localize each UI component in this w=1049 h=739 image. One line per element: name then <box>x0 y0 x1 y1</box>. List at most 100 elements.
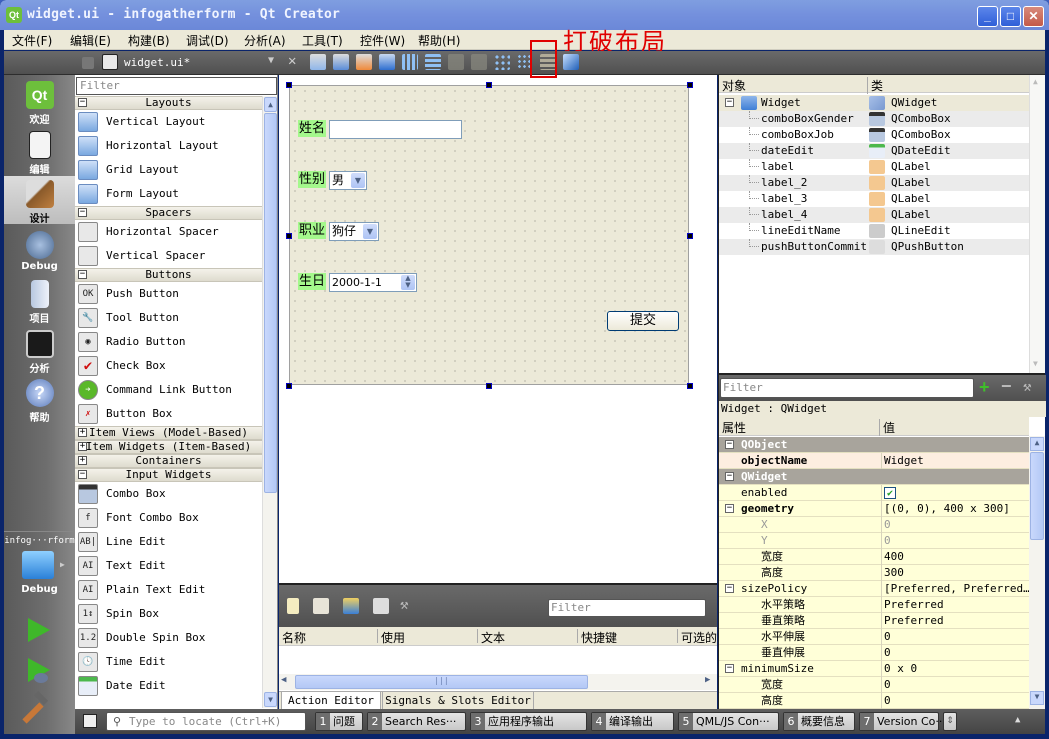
copy-action-icon[interactable] <box>313 598 329 614</box>
widget-item[interactable]: 1.2 Double Spin Box <box>75 626 262 650</box>
scroll-up-icon[interactable]: ▲ <box>1030 437 1044 451</box>
mode-projects[interactable]: 项目 <box>4 276 75 325</box>
menu-build[interactable]: 构建(B) <box>128 32 170 49</box>
column-header-text[interactable]: 文本 <box>477 629 505 645</box>
menu-help[interactable]: 帮助(H) <box>418 32 460 49</box>
menu-file[interactable]: 文件(F) <box>12 32 52 49</box>
property-row[interactable]: − geometry [(0, 0), 400 x 300] <box>719 501 1029 517</box>
property-row[interactable]: 垂直策略 Preferred <box>719 613 1029 629</box>
widget-item[interactable]: 🔧 Tool Button <box>75 306 262 330</box>
property-row[interactable]: − sizePolicy [Preferred, Preferred… <box>719 581 1029 597</box>
widget-item[interactable]: f Font Combo Box <box>75 506 262 530</box>
remove-dynamic-property-icon[interactable]: − <box>1001 376 1012 397</box>
expand-icon[interactable]: + <box>78 456 87 465</box>
lock-icon[interactable] <box>82 57 94 69</box>
designed-form[interactable]: 姓名 性别 男 ▼ 职业 狗仔 ▼ 生日 2000-1-1 ▲ ▼ 提交 <box>289 85 689 385</box>
layout-horizontal-splitter-icon[interactable] <box>448 54 464 70</box>
mode-welcome[interactable]: Qt 欢迎 <box>4 77 75 126</box>
property-value[interactable]: 0 <box>881 677 1029 693</box>
maximize-button[interactable]: □ <box>1000 6 1021 27</box>
new-action-icon[interactable] <box>287 598 299 614</box>
scroll-down-icon[interactable]: ▼ <box>1030 691 1044 705</box>
edit-widgets-icon[interactable] <box>310 54 326 70</box>
widget-item[interactable]: Vertical Spacer <box>75 244 262 268</box>
property-value[interactable]: 0 x 0 <box>881 661 1029 677</box>
scroll-up-icon[interactable]: ▲ <box>264 97 277 112</box>
scroll-left-icon[interactable]: ◀ <box>281 675 286 685</box>
widget-item[interactable]: Horizontal Spacer <box>75 220 262 244</box>
action-filter-input[interactable]: Filter <box>548 599 706 617</box>
property-row[interactable]: 高度 300 <box>719 565 1029 581</box>
widget-item[interactable]: Vertical Layout <box>75 110 262 134</box>
output-pane-button[interactable]: 6 概要信息 <box>783 712 855 731</box>
expand-icon[interactable]: + <box>78 428 87 437</box>
kit-arrow-icon[interactable]: ▶ <box>60 560 65 569</box>
object-tree-row[interactable]: label_3 QLabel <box>719 191 1029 207</box>
object-tree-row[interactable]: label_2 QLabel <box>719 175 1029 191</box>
scrollbar-thumb[interactable] <box>264 113 277 493</box>
widget-item[interactable]: AI Plain Text Edit <box>75 578 262 602</box>
widget-item[interactable]: ◉ Radio Button <box>75 330 262 354</box>
label-job[interactable]: 职业 <box>298 222 327 239</box>
file-dropdown-icon[interactable]: ▼ <box>268 55 274 66</box>
property-value[interactable]: Preferred <box>881 597 1029 613</box>
locator-input[interactable]: Type to locate (Ctrl+K) <box>106 712 306 731</box>
more-panes-icon[interactable]: ⇕ <box>943 712 957 731</box>
mode-analyze[interactable]: 分析 <box>4 326 75 375</box>
object-tree-row[interactable]: pushButtonCommit QPushButton <box>719 239 1029 255</box>
edit-buddies-icon[interactable] <box>356 54 372 70</box>
collapse-icon[interactable]: − <box>78 270 87 279</box>
widget-item[interactable]: OK Push Button <box>75 282 262 306</box>
chevron-down-icon[interactable]: ▼ <box>363 224 377 239</box>
resize-handle[interactable] <box>286 233 292 239</box>
collapse-icon[interactable]: − <box>725 664 734 673</box>
property-row[interactable]: 高度 0 <box>719 693 1029 709</box>
property-row[interactable]: 水平伸展 0 <box>719 629 1029 645</box>
widget-item[interactable]: AB| Line Edit <box>75 530 262 554</box>
object-tree-row[interactable]: lineEditName QLineEdit <box>719 223 1029 239</box>
action-horizontal-scrollbar[interactable]: ◀ ||| ▶ <box>279 674 717 690</box>
label-gender[interactable]: 性别 <box>298 171 327 188</box>
menu-debug[interactable]: 调试(D) <box>186 32 229 49</box>
mode-debug[interactable]: Debug <box>4 227 75 275</box>
property-value[interactable]: 0 <box>881 629 1029 645</box>
collapse-icon[interactable]: − <box>78 470 87 479</box>
minimize-button[interactable]: _ <box>977 6 998 27</box>
line-edit-name[interactable] <box>329 120 462 139</box>
run-icon[interactable] <box>28 618 50 642</box>
object-tree-row[interactable]: label_4 QLabel <box>719 207 1029 223</box>
collapse-icon[interactable]: − <box>78 208 87 217</box>
mode-design[interactable]: 设计 <box>4 176 75 225</box>
property-row[interactable]: 水平策略 Preferred <box>719 597 1029 613</box>
widget-item[interactable]: ✗ Button Box <box>75 402 262 426</box>
widget-item[interactable]: 1↕ Spin Box <box>75 602 262 626</box>
property-row[interactable]: Y0 <box>719 533 1029 549</box>
column-header-checkable[interactable]: 可选的 <box>677 629 717 645</box>
widget-item[interactable]: Grid Layout <box>75 158 262 182</box>
resize-handle[interactable] <box>687 233 693 239</box>
chevron-down-icon[interactable]: ▼ <box>351 173 365 188</box>
toggle-output-icon[interactable]: ▲ <box>1015 715 1020 725</box>
property-group-row[interactable]: − QWidget <box>719 469 1029 485</box>
collapse-icon[interactable]: − <box>725 504 734 513</box>
output-pane-button[interactable]: 4 编译输出 <box>591 712 674 731</box>
label-name[interactable]: 姓名 <box>298 120 327 137</box>
resize-handle[interactable] <box>687 82 693 88</box>
configure-icon[interactable]: ⚒ <box>1023 379 1031 395</box>
category-header[interactable]: − Input Widgets <box>75 468 262 482</box>
object-tree-row[interactable]: label QLabel <box>719 159 1029 175</box>
mode-help[interactable]: ? 帮助 <box>4 375 75 424</box>
resize-handle[interactable] <box>286 82 292 88</box>
mode-edit[interactable]: 编辑 <box>4 127 75 176</box>
property-value[interactable]: [Preferred, Preferred… <box>881 581 1029 597</box>
spin-arrows-icon[interactable]: ▲ ▼ <box>401 275 415 290</box>
close-button[interactable]: ✕ <box>1023 6 1044 27</box>
object-inspector-scrollbar[interactable]: ▲ ▼ <box>1029 75 1045 373</box>
property-value[interactable]: 0 <box>881 533 1029 549</box>
property-value[interactable]: 0 <box>881 517 1029 533</box>
category-header[interactable]: − Buttons <box>75 268 262 282</box>
property-value[interactable]: 300 <box>881 565 1029 581</box>
scroll-right-icon[interactable]: ▶ <box>705 675 710 685</box>
collapse-icon[interactable]: − <box>725 584 734 593</box>
widget-item[interactable]: Horizontal Layout <box>75 134 262 158</box>
